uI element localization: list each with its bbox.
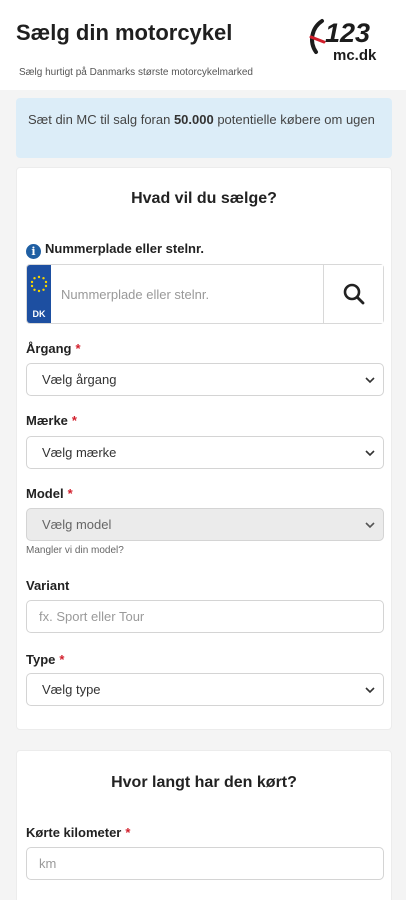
required-mark: * (75, 341, 81, 356)
year-select[interactable]: Vælg årgang (26, 363, 384, 396)
model-select-value: Vælg model (42, 517, 112, 532)
banner-text-before: Sæt din MC til salg foran (28, 112, 174, 127)
make-label: Mærke * (26, 413, 77, 428)
logo-number: 123 (325, 18, 370, 48)
required-mark: * (71, 413, 77, 428)
plate-input[interactable] (61, 265, 321, 323)
chevron-down-icon (365, 687, 375, 694)
variant-label: Variant (26, 578, 70, 593)
info-banner: Sæt din MC til salg foran 50.000 potenti… (16, 98, 392, 158)
page-subtitle: Sælg hurtigt på Danmarks største motorcy… (19, 67, 253, 78)
chevron-down-icon (365, 377, 375, 384)
eu-flag-icon: DK (27, 265, 51, 323)
plate-country: DK (32, 309, 46, 319)
year-select-value: Vælg årgang (42, 372, 117, 387)
eu-stars (30, 275, 48, 293)
search-button[interactable] (323, 265, 383, 323)
banner-text-after: potentielle købere om ugen (213, 112, 375, 127)
site-logo[interactable]: 123 mc.dk (292, 12, 392, 64)
chevron-down-icon (365, 522, 375, 529)
make-label-text: Mærke (26, 413, 68, 428)
sell-card-title: Hvad vil du sælge? (131, 190, 277, 207)
distance-card: Hvor langt har den kørt? Kørte kilometer… (16, 750, 392, 900)
search-icon (343, 283, 365, 305)
km-label-text: Kørte kilometer (26, 825, 122, 840)
year-label-text: Årgang (26, 341, 72, 356)
plate-label-text: Nummerplade eller stelnr. (45, 241, 204, 256)
sell-card: Hvad vil du sælge? i Nummerplade eller st… (16, 167, 392, 730)
type-select-value: Vælg type (42, 682, 101, 697)
km-label: Kørte kilometer * (26, 825, 130, 840)
required-mark: * (67, 486, 73, 501)
chevron-down-icon (365, 450, 375, 457)
make-select-value: Vælg mærke (42, 445, 117, 460)
make-select[interactable]: Vælg mærke (26, 436, 384, 469)
plate-input-group: DK (26, 264, 384, 324)
distance-card-title: Hvor langt har den kørt? (111, 774, 297, 791)
page-title: Sælg din motorcykel (16, 20, 233, 45)
type-label: Type * (26, 652, 64, 667)
type-select[interactable]: Vælg type (26, 673, 384, 706)
required-mark: * (125, 825, 131, 840)
km-input[interactable] (26, 847, 384, 880)
type-label-text: Type (26, 652, 56, 667)
missing-model-link[interactable]: Mangler vi din model? (26, 545, 124, 556)
variant-input[interactable] (26, 600, 384, 633)
banner-highlight: 50.000 (173, 112, 214, 127)
model-label-text: Model (26, 486, 64, 501)
info-icon[interactable]: i (26, 244, 41, 259)
logo-domain: mc.dk (333, 47, 377, 64)
model-label: Model * (26, 486, 73, 501)
plate-label: i Nummerplade eller stelnr. (26, 241, 204, 259)
model-select[interactable]: Vælg model (26, 508, 384, 541)
required-mark: * (59, 652, 65, 667)
app-header: Sælg din motorcykel Sælg hurtigt på Danm… (0, 0, 406, 90)
year-label: Årgang * (26, 341, 81, 356)
